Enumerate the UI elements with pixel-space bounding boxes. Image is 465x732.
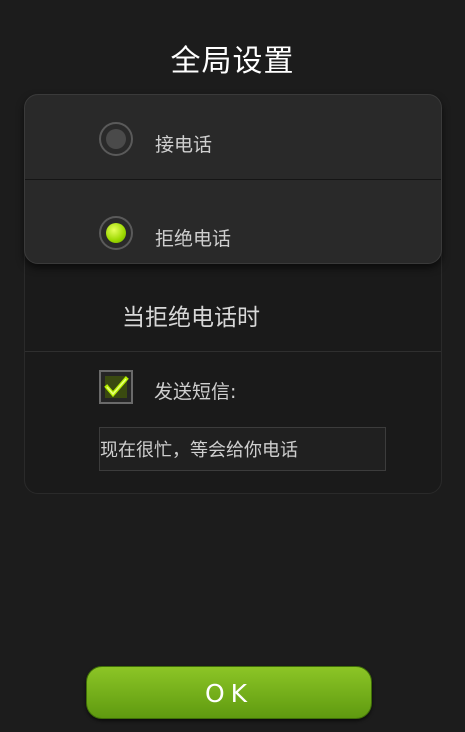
ok-button[interactable]: OK — [86, 666, 372, 719]
checkmark-icon — [104, 376, 129, 398]
page-title: 全局设置 — [170, 44, 295, 79]
radio-answer-call[interactable]: 接电话 — [25, 95, 441, 179]
call-option-group: 接电话 拒绝电话 — [24, 94, 442, 264]
send-sms-label: 发送短信: — [154, 381, 237, 403]
radio-button-on-icon — [99, 216, 133, 250]
radio-reject-call[interactable]: 拒绝电话 — [25, 179, 441, 264]
section-divider — [25, 351, 441, 352]
radio-answer-call-label: 接电话 — [155, 134, 213, 156]
reject-section-title: 当拒绝电话时 — [122, 305, 260, 331]
radio-reject-call-label: 拒绝电话 — [155, 228, 232, 250]
send-sms-checkbox[interactable] — [99, 370, 133, 404]
radio-button-off-icon — [99, 122, 133, 156]
sms-message-input[interactable] — [99, 427, 386, 471]
